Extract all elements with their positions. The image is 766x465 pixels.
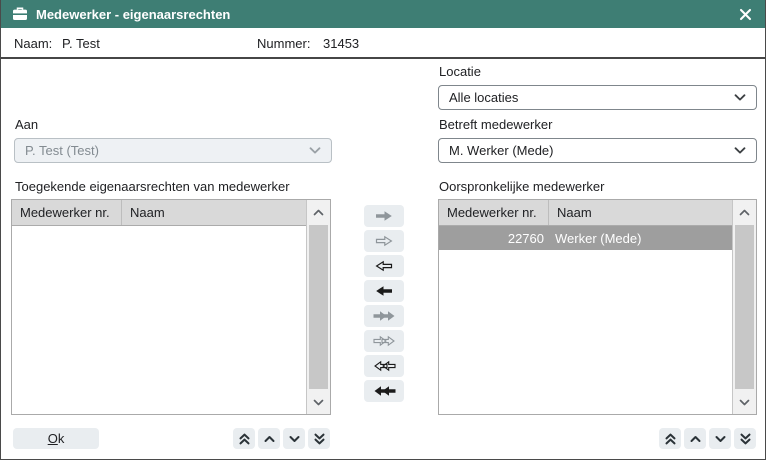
ok-button[interactable]: Ok bbox=[13, 428, 99, 449]
naam-label: Naam: bbox=[14, 36, 52, 51]
arrow-right-outline-button[interactable] bbox=[364, 230, 404, 252]
column-header-medewerker-nr: Medewerker nr. bbox=[12, 200, 122, 225]
aan-selected-value: P. Test (Test) bbox=[25, 143, 99, 158]
right-scroll-top-button[interactable] bbox=[659, 428, 681, 449]
cell-naam: Werker (Mede) bbox=[549, 231, 641, 246]
right-scroll-down-button[interactable] bbox=[709, 428, 731, 449]
chevron-down-icon bbox=[714, 435, 727, 443]
double-chevron-up-icon bbox=[664, 433, 677, 445]
double-chevron-up-icon bbox=[238, 433, 251, 445]
arrow-left-solid-icon bbox=[375, 285, 393, 297]
arrow-left-solid-button[interactable] bbox=[364, 280, 404, 302]
arrow-left-outline-icon bbox=[375, 260, 393, 272]
chevron-down-icon bbox=[309, 147, 321, 154]
original-employee-table-body[interactable]: 22760 Werker (Mede) bbox=[439, 226, 733, 414]
locatie-label: Locatie bbox=[439, 64, 481, 79]
table-header: Medewerker nr. Naam bbox=[12, 200, 307, 226]
scrollbar-up-icon[interactable] bbox=[307, 200, 330, 224]
dialog-title: Medewerker - eigenaarsrechten bbox=[36, 7, 230, 22]
scrollbar-down-icon[interactable] bbox=[733, 390, 756, 414]
dialog-header-strip: Naam: P. Test Nummer: 31453 bbox=[1, 28, 765, 59]
assigned-rights-scrollbar[interactable] bbox=[306, 200, 330, 414]
left-scroll-top-button[interactable] bbox=[233, 428, 255, 449]
scrollbar-thumb[interactable] bbox=[309, 225, 328, 389]
double-arrow-right-solid-icon bbox=[373, 310, 396, 322]
double-arrow-right-solid-button[interactable] bbox=[364, 305, 404, 327]
table-header: Medewerker nr. Naam bbox=[439, 200, 733, 226]
close-icon[interactable] bbox=[737, 6, 754, 23]
betreft-selected-value: M. Werker (Mede) bbox=[449, 143, 554, 158]
left-panel-title: Toegekende eigenaarsrechten van medewerk… bbox=[15, 179, 290, 194]
nummer-label: Nummer: bbox=[257, 36, 310, 51]
arrow-right-solid-button[interactable] bbox=[364, 205, 404, 227]
arrow-right-solid-icon bbox=[375, 210, 393, 222]
scrollbar-up-icon[interactable] bbox=[733, 200, 756, 224]
column-header-naam: Naam bbox=[549, 200, 733, 225]
assigned-rights-table: Medewerker nr. Naam bbox=[11, 199, 331, 415]
double-arrow-right-outline-button[interactable] bbox=[364, 330, 404, 352]
chevron-up-icon bbox=[263, 435, 276, 443]
chevron-down-icon bbox=[734, 94, 746, 101]
cell-medewerker-nr: 22760 bbox=[439, 231, 549, 246]
scrollbar-thumb[interactable] bbox=[735, 225, 754, 389]
left-scroll-up-button[interactable] bbox=[258, 428, 280, 449]
left-scroll-bottom-button[interactable] bbox=[308, 428, 330, 449]
chevron-up-icon bbox=[689, 435, 702, 443]
column-header-medewerker-nr: Medewerker nr. bbox=[439, 200, 549, 225]
double-arrow-left-solid-icon bbox=[373, 385, 396, 397]
assigned-rights-table-body[interactable] bbox=[12, 226, 307, 414]
briefcase-icon bbox=[12, 7, 28, 21]
nummer-value: 31453 bbox=[323, 36, 359, 51]
arrow-right-outline-icon bbox=[375, 235, 393, 247]
aan-label: Aan bbox=[15, 117, 38, 132]
double-arrow-left-outline-icon bbox=[373, 360, 396, 372]
aan-select: P. Test (Test) bbox=[14, 138, 332, 163]
naam-value: P. Test bbox=[62, 36, 100, 51]
right-scroll-bottom-button[interactable] bbox=[734, 428, 756, 449]
original-employee-table: Medewerker nr. Naam 22760 Werker (Mede) bbox=[438, 199, 757, 415]
betreft-medewerker-select[interactable]: M. Werker (Mede) bbox=[438, 138, 757, 163]
scrollbar-down-icon[interactable] bbox=[307, 390, 330, 414]
locatie-selected-value: Alle locaties bbox=[449, 90, 518, 105]
chevron-down-icon bbox=[288, 435, 301, 443]
betreft-medewerker-label: Betreft medewerker bbox=[439, 117, 552, 132]
double-chevron-down-icon bbox=[313, 433, 326, 445]
double-chevron-down-icon bbox=[739, 433, 752, 445]
table-row-selected[interactable]: 22760 Werker (Mede) bbox=[439, 226, 733, 250]
chevron-down-icon bbox=[734, 147, 746, 154]
right-panel-title: Oorspronkelijke medewerker bbox=[439, 179, 604, 194]
double-arrow-right-outline-icon bbox=[373, 335, 396, 347]
original-employee-scrollbar[interactable] bbox=[732, 200, 756, 414]
double-arrow-left-solid-button[interactable] bbox=[364, 380, 404, 402]
left-scroll-down-button[interactable] bbox=[283, 428, 305, 449]
double-arrow-left-outline-button[interactable] bbox=[364, 355, 404, 377]
dialog-titlebar[interactable]: Medewerker - eigenaarsrechten bbox=[1, 0, 765, 28]
ok-button-label: Ok bbox=[48, 431, 65, 446]
arrow-left-outline-button[interactable] bbox=[364, 255, 404, 277]
column-header-naam: Naam bbox=[122, 200, 307, 225]
employee-owner-rights-dialog: Medewerker - eigenaarsrechten Naam: P. T… bbox=[0, 0, 766, 460]
locatie-select[interactable]: Alle locaties bbox=[438, 85, 757, 110]
right-scroll-up-button[interactable] bbox=[684, 428, 706, 449]
